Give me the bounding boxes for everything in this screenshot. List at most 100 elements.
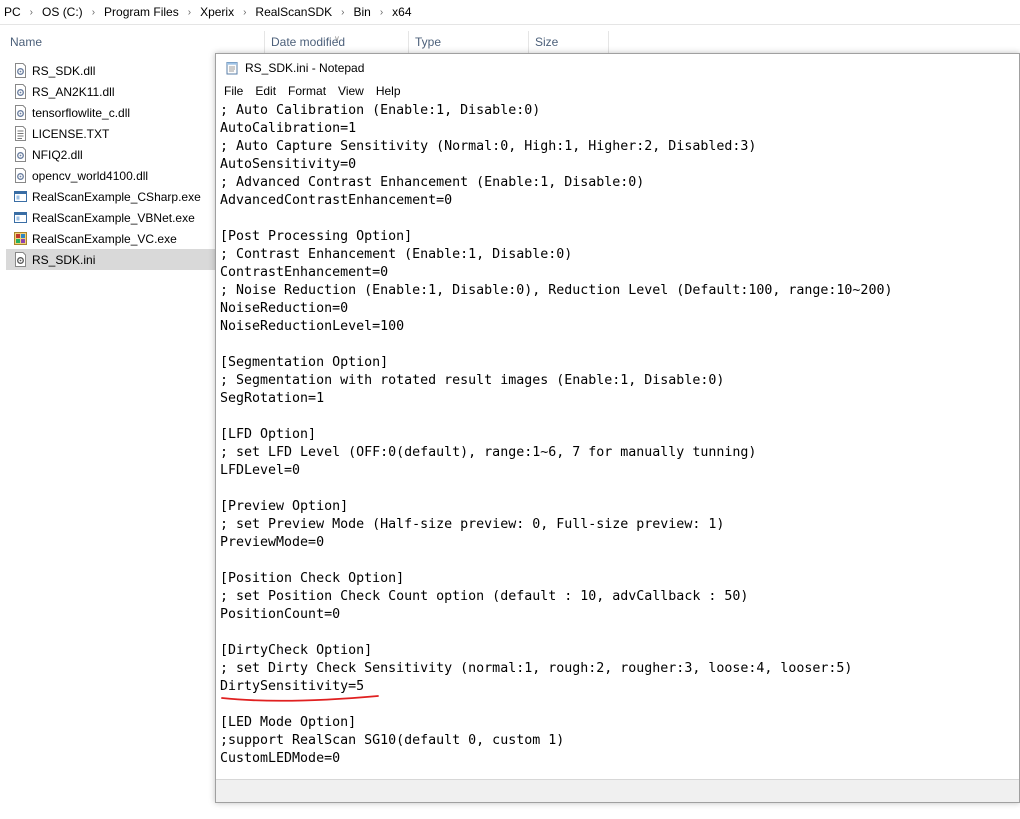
window-title: RS_SDK.ini - Notepad bbox=[245, 60, 365, 75]
file-row[interactable]: RS_AN2K11.dll bbox=[6, 81, 216, 102]
dll-file-icon bbox=[15, 63, 26, 78]
file-name: RealScanExample_VBNet.exe bbox=[32, 210, 195, 225]
exe-window-icon bbox=[14, 191, 27, 202]
text-line bbox=[220, 480, 1019, 498]
file-row[interactable]: RealScanExample_VC.exe bbox=[6, 228, 216, 249]
menu-item-help[interactable]: Help bbox=[370, 84, 407, 98]
file-row[interactable]: RS_SDK.dll bbox=[6, 60, 216, 81]
ini-settings-icon bbox=[15, 252, 26, 267]
menu-bar: File Edit Format View Help bbox=[216, 81, 1019, 101]
text-line: SegRotation=1 bbox=[220, 391, 325, 406]
text-line: CustomLEDMode=0 bbox=[220, 751, 341, 766]
text-file-icon bbox=[15, 126, 26, 141]
column-divider[interactable] bbox=[528, 31, 529, 53]
file-name: RS_AN2K11.dll bbox=[32, 84, 115, 99]
column-divider[interactable] bbox=[408, 31, 409, 53]
text-line: ; Auto Calibration (Enable:1, Disable:0) bbox=[220, 103, 541, 118]
file-name: RealScanExample_VC.exe bbox=[32, 231, 177, 246]
text-line: [Post Processing Option] bbox=[220, 229, 413, 244]
notepad-icon bbox=[226, 61, 238, 74]
file-name: opencv_world4100.dll bbox=[32, 168, 149, 183]
text-line: ;support RealScan SG10(default 0, custom… bbox=[220, 733, 565, 748]
text-line: AutoCalibration=1 bbox=[220, 121, 357, 136]
dll-file-icon bbox=[15, 168, 26, 183]
chevron-right-icon[interactable]: › bbox=[236, 7, 253, 18]
text-line bbox=[220, 624, 1019, 642]
menu-item-file[interactable]: File bbox=[218, 84, 249, 98]
file-name: RS_SDK.dll bbox=[32, 63, 96, 78]
text-line: ContrastEnhancement=0 bbox=[220, 265, 389, 280]
file-name: RS_SDK.ini bbox=[32, 252, 96, 267]
exe-window-icon bbox=[14, 212, 27, 223]
text-line: [Preview Option] bbox=[220, 499, 349, 514]
column-header-name[interactable]: Name bbox=[10, 32, 42, 52]
breadcrumb-item[interactable]: Program Files bbox=[102, 5, 181, 19]
text-editor[interactable]: ; Auto Calibration (Enable:1, Disable:0)… bbox=[220, 102, 1019, 780]
text-line: ; Contrast Enhancement (Enable:1, Disabl… bbox=[220, 247, 573, 262]
breadcrumb-item[interactable]: PC bbox=[0, 5, 23, 19]
notepad-titlebar[interactable]: RS_SDK.ini - Notepad bbox=[216, 54, 1019, 81]
file-name: tensorflowlite_c.dll bbox=[32, 105, 131, 120]
text-line: [Segmentation Option] bbox=[220, 355, 389, 370]
text-line: [LFD Option] bbox=[220, 427, 317, 442]
file-row[interactable]: tensorflowlite_c.dll bbox=[6, 102, 216, 123]
text-line: ; Auto Capture Sensitivity (Normal:0, Hi… bbox=[220, 139, 757, 154]
column-header-type[interactable]: Type bbox=[415, 32, 441, 52]
dll-file-icon bbox=[15, 105, 26, 120]
breadcrumb-item[interactable]: x64 bbox=[390, 5, 413, 19]
menu-item-view[interactable]: View bbox=[332, 84, 370, 98]
text-line bbox=[220, 552, 1019, 570]
status-bar bbox=[216, 779, 1019, 802]
text-line: PreviewMode=0 bbox=[220, 535, 325, 550]
text-line bbox=[220, 336, 1019, 354]
text-line: ; Noise Reduction (Enable:1, Disable:0),… bbox=[220, 283, 893, 298]
text-line: AutoSensitivity=0 bbox=[220, 157, 357, 172]
column-header-date-modified[interactable]: Date modified bbox=[271, 32, 345, 52]
chevron-right-icon[interactable]: › bbox=[85, 7, 102, 18]
red-underline-annotation bbox=[221, 695, 379, 702]
text-line: [Position Check Option] bbox=[220, 571, 405, 586]
file-name: LICENSE.TXT bbox=[32, 126, 110, 141]
text-line: AdvancedContrastEnhancement=0 bbox=[220, 193, 453, 208]
chevron-right-icon[interactable]: › bbox=[181, 7, 198, 18]
breadcrumb: PC › OS (C:) › Program Files › Xperix › RealScan… bbox=[0, 0, 1020, 25]
text-line: [DirtyCheck Option] bbox=[220, 643, 373, 658]
text-line: PositionCount=0 bbox=[220, 607, 341, 622]
menu-item-format[interactable]: Format bbox=[282, 84, 332, 98]
text-line: ; set Position Check Count option (defau… bbox=[220, 589, 749, 604]
file-row[interactable]: RealScanExample_CSharp.exe bbox=[6, 186, 216, 207]
file-list: RS_SDK.dll RS_AN2K11.dll tensorflowlite_c.… bbox=[6, 60, 216, 270]
breadcrumb-item[interactable]: RealScanSDK bbox=[253, 5, 334, 19]
breadcrumb-item[interactable]: Xperix bbox=[198, 5, 236, 19]
chevron-right-icon[interactable]: › bbox=[334, 7, 351, 18]
text-line: ; set LFD Level (OFF:0(default), range:1… bbox=[220, 445, 757, 460]
chevron-right-icon[interactable]: › bbox=[373, 7, 390, 18]
file-row[interactable]: NFIQ2.dll bbox=[6, 144, 216, 165]
text-line: ; Segmentation with rotated result image… bbox=[220, 373, 725, 388]
file-row[interactable]: RS_SDK.ini bbox=[6, 249, 216, 270]
chevron-right-icon[interactable]: › bbox=[23, 7, 40, 18]
text-line: [LED Mode Option] bbox=[220, 715, 357, 730]
file-row[interactable]: LICENSE.TXT bbox=[6, 123, 216, 144]
text-line: ; set Dirty Check Sensitivity (normal:1,… bbox=[220, 661, 853, 676]
menu-item-edit[interactable]: Edit bbox=[249, 84, 282, 98]
breadcrumb-item[interactable]: Bin bbox=[351, 5, 372, 19]
text-line: LFDLevel=0 bbox=[220, 463, 301, 478]
column-divider[interactable] bbox=[264, 31, 265, 53]
text-line: NoiseReductionLevel=100 bbox=[220, 319, 405, 334]
dll-file-icon bbox=[15, 84, 26, 99]
vc-app-icon bbox=[14, 232, 27, 245]
text-line bbox=[220, 210, 1019, 228]
breadcrumb-item[interactable]: OS (C:) bbox=[40, 5, 85, 19]
file-row[interactable]: opencv_world4100.dll bbox=[6, 165, 216, 186]
text-line: ; set Preview Mode (Half-size preview: 0… bbox=[220, 517, 725, 532]
file-name: NFIQ2.dll bbox=[32, 147, 83, 162]
column-header-size[interactable]: Size bbox=[535, 32, 558, 52]
text-line bbox=[220, 408, 1019, 426]
text-line: NoiseReduction=0 bbox=[220, 301, 349, 316]
file-row[interactable]: RealScanExample_VBNet.exe bbox=[6, 207, 216, 228]
dll-file-icon bbox=[15, 147, 26, 162]
text-line: ; Advanced Contrast Enhancement (Enable:… bbox=[220, 175, 645, 190]
file-name: RealScanExample_CSharp.exe bbox=[32, 189, 201, 204]
column-divider[interactable] bbox=[608, 31, 609, 53]
